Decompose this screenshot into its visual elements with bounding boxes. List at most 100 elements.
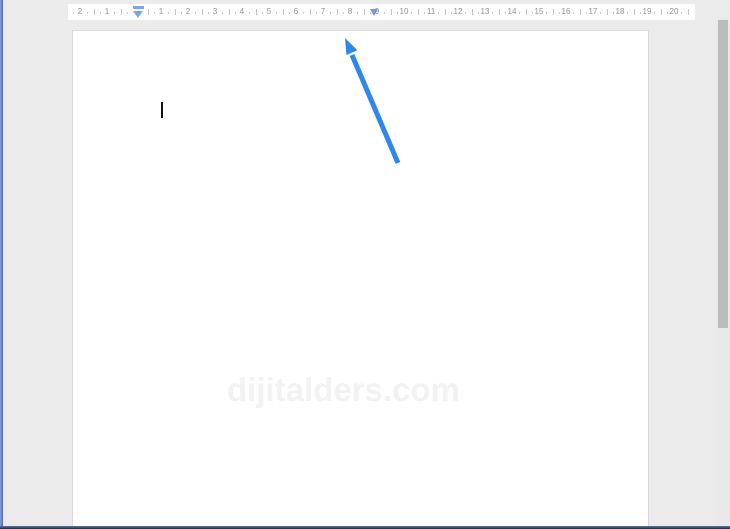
ruler-quarter-tick xyxy=(383,12,385,14)
ruler-number: 10 xyxy=(399,7,409,16)
ruler-quarter-tick xyxy=(451,12,453,14)
ruler-quarter-tick xyxy=(86,12,88,14)
ruler-half-tick xyxy=(417,9,419,15)
ruler-quarter-tick xyxy=(194,12,196,14)
scrollbar-thumb[interactable] xyxy=(718,20,728,328)
ruler-number: 16 xyxy=(561,7,571,16)
ruler-quarter-tick xyxy=(505,12,507,14)
ruler-quarter-tick xyxy=(518,12,520,14)
left-indent-marker[interactable] xyxy=(133,5,144,19)
ruler-quarter-tick xyxy=(343,12,345,14)
ruler-half-tick xyxy=(309,9,311,15)
ruler-number: 1 xyxy=(104,7,110,16)
ruler-half-tick xyxy=(336,9,338,15)
ruler-quarter-tick xyxy=(653,12,655,14)
ruler-quarter-tick xyxy=(181,12,183,14)
ruler-quarter-tick xyxy=(262,12,264,14)
ruler-number: 14 xyxy=(507,7,517,16)
ruler-half-tick xyxy=(120,9,122,15)
ruler-quarter-tick xyxy=(640,12,642,14)
ruler-number: 20 xyxy=(669,7,679,16)
ruler-quarter-tick xyxy=(437,12,439,14)
ruler-quarter-tick xyxy=(586,12,588,14)
ruler-half-tick xyxy=(606,9,608,15)
ruler-number: 1 xyxy=(158,7,164,16)
ruler-quarter-tick xyxy=(289,12,291,14)
ruler-quarter-tick xyxy=(572,12,574,14)
ruler-half-tick xyxy=(525,9,527,15)
ruler-half-tick xyxy=(363,9,365,15)
ruler-quarter-tick xyxy=(424,12,426,14)
ruler-half-tick xyxy=(498,9,500,15)
ruler-quarter-tick xyxy=(73,12,75,14)
document-editor-viewport: 1 2 1 2 3 4 5 6 7 8 9 10 11 12 13 14 15 16 17 18 19 20 dijita… xyxy=(0,0,730,529)
window-left-border xyxy=(0,0,3,529)
vertical-scrollbar[interactable] xyxy=(716,18,730,526)
ruler-quarter-tick xyxy=(221,12,223,14)
ruler-half-tick xyxy=(687,9,689,15)
ruler-number: 2 xyxy=(77,7,83,16)
ruler-quarter-tick xyxy=(235,12,237,14)
ruler-quarter-tick xyxy=(208,12,210,14)
ruler-quarter-tick xyxy=(356,12,358,14)
ruler-quarter-tick xyxy=(626,12,628,14)
ruler-quarter-tick xyxy=(545,12,547,14)
ruler-quarter-tick xyxy=(559,12,561,14)
ruler-quarter-tick xyxy=(127,12,129,14)
text-cursor xyxy=(161,102,163,118)
ruler-quarter-tick xyxy=(370,12,372,14)
ruler-half-tick xyxy=(471,9,473,15)
ruler-number: 11 xyxy=(426,7,436,16)
ruler-half-tick xyxy=(93,9,95,15)
ruler-quarter-tick xyxy=(140,12,142,14)
ruler-quarter-tick xyxy=(329,12,331,14)
ruler-half-tick xyxy=(255,9,257,15)
ruler-quarter-tick xyxy=(248,12,250,14)
ruler-half-tick xyxy=(282,9,284,15)
ruler-quarter-tick xyxy=(113,12,115,14)
ruler-half-tick xyxy=(444,9,446,15)
ruler-quarter-tick xyxy=(100,12,102,14)
ruler-quarter-tick xyxy=(667,12,669,14)
ruler-quarter-tick xyxy=(478,12,480,14)
ruler-half-tick xyxy=(147,9,149,15)
ruler-quarter-tick xyxy=(167,12,169,14)
ruler-quarter-tick xyxy=(316,12,318,14)
ruler-number: 4 xyxy=(239,7,245,16)
ruler-quarter-tick xyxy=(532,12,534,14)
ruler-quarter-tick xyxy=(599,12,601,14)
first-line-indent-icon[interactable] xyxy=(133,6,144,9)
ruler-quarter-tick xyxy=(680,12,682,14)
ruler-number: 8 xyxy=(347,7,353,16)
ruler-half-tick xyxy=(390,9,392,15)
ruler-quarter-tick xyxy=(464,12,466,14)
ruler-quarter-tick xyxy=(491,12,493,14)
horizontal-ruler[interactable]: 1 2 1 2 3 4 5 6 7 8 9 10 11 12 13 14 15 16 17 18 19 20 xyxy=(68,4,695,20)
ruler-half-tick xyxy=(201,9,203,15)
ruler-number: 12 xyxy=(453,7,463,16)
ruler-number: 2 xyxy=(185,7,191,16)
ruler-number: 15 xyxy=(534,7,544,16)
ruler-half-tick xyxy=(579,9,581,15)
ruler-number: 5 xyxy=(266,7,272,16)
document-page[interactable]: dijitalders.com xyxy=(72,30,649,529)
ruler-quarter-tick xyxy=(410,12,412,14)
ruler-number: 7 xyxy=(320,7,326,16)
ruler-number: 3 xyxy=(212,7,218,16)
ruler-quarter-tick xyxy=(154,12,156,14)
ruler-number: 13 xyxy=(480,7,490,16)
ruler-number: 9 xyxy=(374,7,380,16)
ruler-half-tick xyxy=(660,9,662,15)
watermark-text: dijitalders.com xyxy=(227,371,460,408)
ruler-half-tick xyxy=(228,9,230,15)
ruler-half-tick xyxy=(633,9,635,15)
ruler-number: 6 xyxy=(293,7,299,16)
ruler-quarter-tick xyxy=(275,12,277,14)
ruler-number: 17 xyxy=(588,7,598,16)
ruler-quarter-tick xyxy=(613,12,615,14)
ruler-half-tick xyxy=(552,9,554,15)
ruler-half-tick xyxy=(174,9,176,15)
ruler-quarter-tick xyxy=(397,12,399,14)
ruler-quarter-tick xyxy=(302,12,304,14)
ruler-number: 19 xyxy=(642,7,652,16)
